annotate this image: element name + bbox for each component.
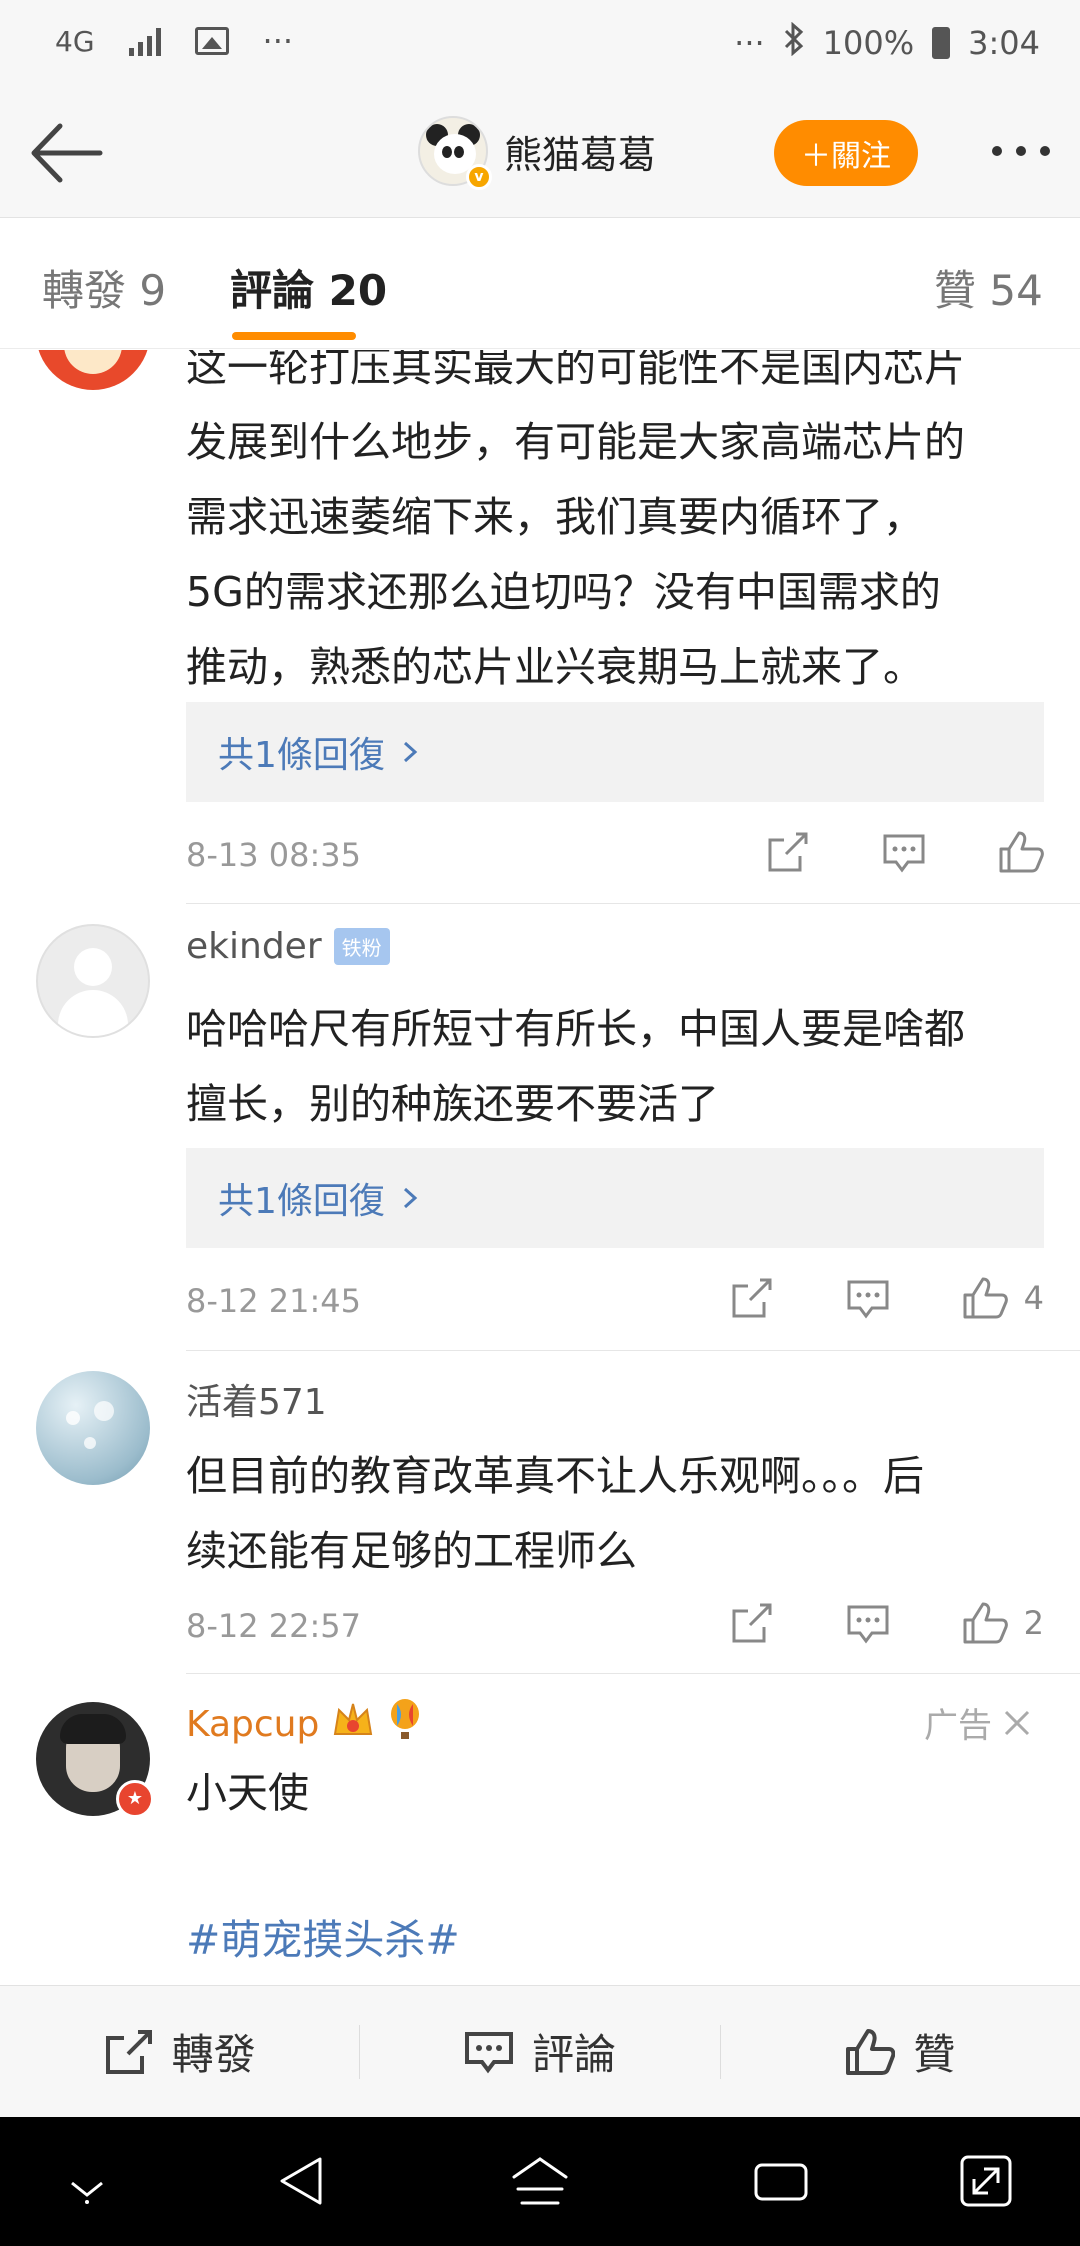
comment-text: 这一轮打压其实最大的可能性不是国内芯片 发展到什么地步，有可能是大家高端芯片的 … [186, 350, 965, 691]
comment-text: 小天使 [186, 1769, 309, 1817]
share-icon[interactable] [730, 1276, 774, 1320]
comment-actions [766, 830, 1044, 874]
divider [186, 1673, 1080, 1674]
back-button[interactable] [28, 120, 104, 186]
profile-name[interactable]: 熊猫葛葛 [504, 124, 656, 179]
avatar[interactable] [36, 1371, 150, 1485]
like-icon[interactable] [998, 830, 1044, 874]
divider [186, 1350, 1080, 1351]
profile-header[interactable]: v 熊猫葛葛 [418, 116, 656, 190]
avatar[interactable] [36, 924, 150, 1038]
like-icon[interactable] [962, 1601, 1008, 1645]
comment-button[interactable]: 評論 [360, 2021, 719, 2082]
balloon-badge-icon [387, 1698, 423, 1751]
reply-comment-icon[interactable] [882, 830, 926, 874]
tab-likes[interactable]: 贊 54 [934, 257, 1043, 318]
battery-icon [932, 27, 951, 59]
clock: 3:04 [968, 24, 1040, 62]
fan-badge: 铁粉 [333, 928, 390, 965]
comment-user: Kapcup [186, 1698, 423, 1751]
ad-label-group: 广告 [924, 1698, 1032, 1747]
like-button[interactable]: 贊 [721, 2021, 1080, 2082]
like-count: 4 [1023, 1279, 1044, 1317]
close-icon[interactable] [1002, 1708, 1032, 1738]
username[interactable]: 活着571 [186, 1373, 327, 1425]
comments-list: 这一轮打压其实最大的可能性不是国内芯片 发展到什么地步，有可能是大家高端芯片的 … [0, 350, 1080, 1985]
ad-label: 广告 [924, 1706, 992, 1746]
comment-text: 但目前的教育改革真不让人乐观啊。。。后 续还能有足够的工程师么 [186, 1452, 924, 1575]
crown-badge-icon [331, 1700, 375, 1749]
reply-comment-icon[interactable] [846, 1601, 890, 1645]
like-icon[interactable] [962, 1276, 1008, 1320]
avatar[interactable] [36, 350, 150, 390]
more-status-icon: ··· [734, 24, 765, 62]
username[interactable]: Kapcup [186, 1704, 319, 1745]
reply-comment-icon[interactable] [846, 1276, 890, 1320]
back-nav-icon[interactable] [276, 2153, 326, 2209]
tab-comments[interactable]: 評論 20 [230, 257, 387, 318]
like-icon [846, 2028, 896, 2075]
system-navigation-bar [0, 2117, 1080, 2246]
active-tab-indicator [232, 332, 356, 340]
share-icon[interactable] [766, 830, 810, 874]
tab-bar: 轉發 9 評論 20 贊 54 [0, 219, 1080, 349]
comment-text: 哈哈哈尺有所短寸有所长，中国人要是啥都 擅长，别的种族还要不要活了 [186, 1005, 965, 1128]
home-nav-icon[interactable] [508, 2153, 572, 2209]
chevron-right-icon [403, 741, 418, 763]
replies-link[interactable]: 共1條回復 [186, 702, 1044, 802]
replies-link[interactable]: 共1條回復 [186, 1148, 1044, 1248]
tab-repost[interactable]: 轉發 9 [42, 257, 166, 318]
top-app-bar: v 熊猫葛葛 ＋關注 [0, 90, 1080, 218]
hide-keyboard-icon[interactable] [66, 2175, 108, 2205]
network-indicator: 4G [55, 24, 95, 58]
comment-icon [464, 2031, 513, 2073]
username[interactable]: ekinder [186, 926, 322, 967]
comment-user: ekinder 铁粉 [186, 926, 390, 967]
status-bar: 4G ··· ··· 100% 3:04 [0, 0, 1080, 90]
divider [186, 903, 1080, 904]
expand-nav-icon[interactable] [958, 2153, 1014, 2209]
comment-user: 活着571 [186, 1373, 327, 1425]
hashtag-link[interactable]: #萌宠摸头杀# [186, 1906, 460, 1966]
recents-nav-icon[interactable] [752, 2153, 810, 2209]
more-options-icon[interactable] [992, 146, 1050, 156]
bottom-action-bar: 轉發 評論 贊 [0, 1985, 1080, 2117]
bluetooth-icon [783, 21, 805, 64]
repost-icon [105, 2029, 152, 2074]
follow-button[interactable]: ＋關注 [774, 120, 918, 186]
comment-actions: 4 [730, 1276, 1044, 1320]
back-arrow-icon [31, 123, 103, 183]
verified-badge-icon: v [466, 164, 492, 190]
share-icon[interactable] [730, 1601, 774, 1645]
like-count: 2 [1023, 1604, 1044, 1642]
more-notifications-icon: ··· [262, 22, 294, 60]
comment-actions: 2 [730, 1601, 1044, 1645]
repost-button[interactable]: 轉發 [0, 2021, 359, 2082]
verified-badge-icon: ★ [116, 1780, 154, 1818]
chevron-right-icon [403, 1187, 418, 1209]
signal-icon [128, 26, 161, 56]
gallery-notification-icon [194, 27, 229, 55]
battery-percent: 100% [822, 24, 915, 62]
